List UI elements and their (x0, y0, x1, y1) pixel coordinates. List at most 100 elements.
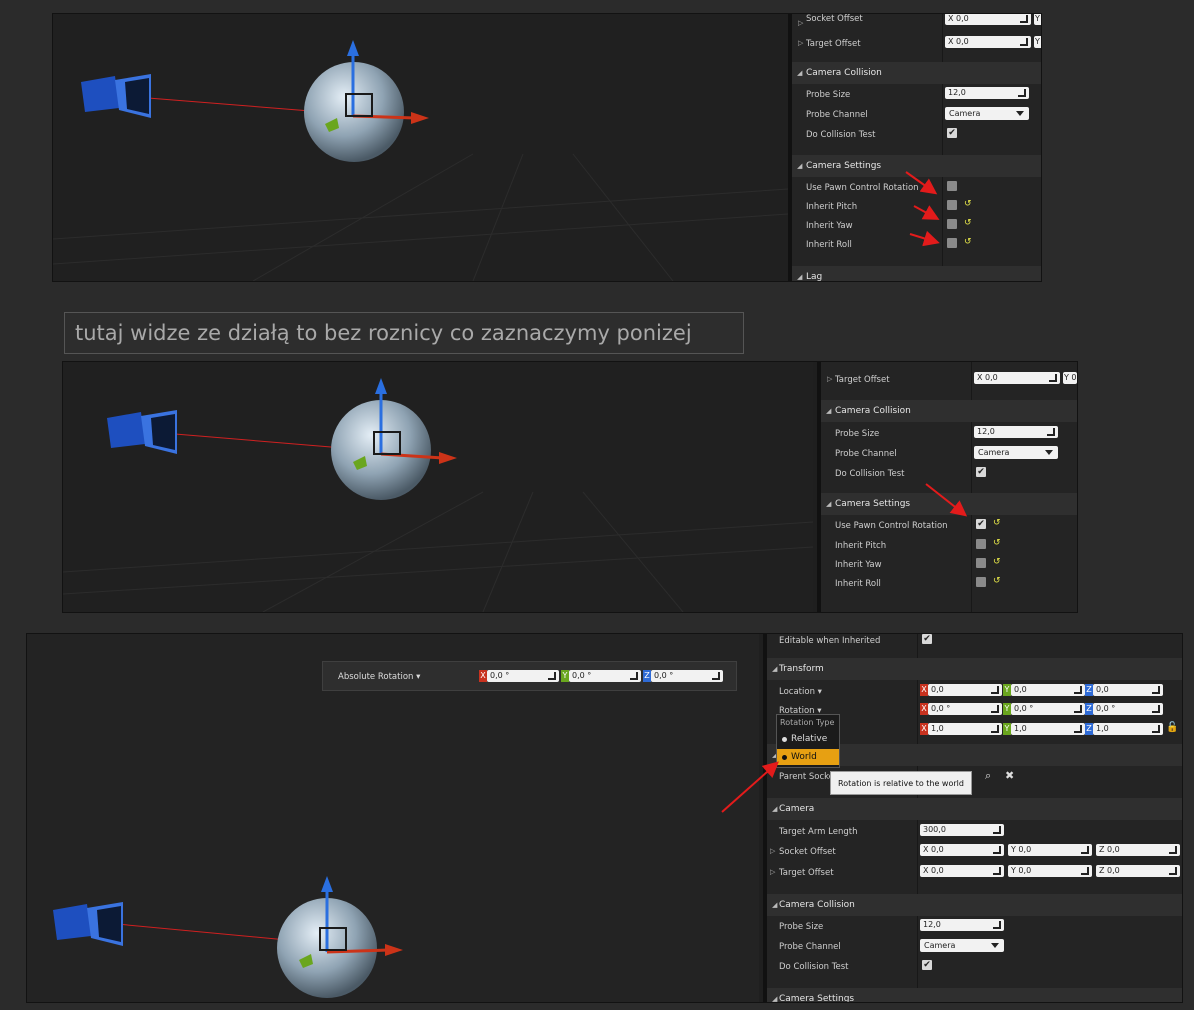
section-camera-settings[interactable]: ◢ Camera Settings (767, 988, 1182, 1002)
reset-arrow-icon[interactable]: ↺ (993, 518, 1001, 528)
section-camera[interactable]: ◢ Camera (767, 798, 1182, 820)
socket-offset-z-field[interactable]: Z 0,0 (1096, 844, 1180, 856)
rotation-x-field[interactable]: 0,0 ° (928, 703, 1002, 715)
details-panel-2: ▷ Target Offset X 0,0 Y 0 ◢ Camera Collisi… (817, 362, 1077, 612)
target-offset-y-field[interactable]: Y 0 (1063, 372, 1077, 384)
inherit-yaw-label: Inherit Yaw (835, 560, 882, 570)
socket-offset-y-field[interactable]: Y (1034, 14, 1041, 25)
viewport-2[interactable] (63, 362, 813, 612)
do-collision-test-checkbox[interactable]: ✔ (947, 128, 957, 138)
inherit-yaw-checkbox[interactable] (947, 219, 957, 229)
search-icon[interactable]: ⌕ (985, 769, 991, 783)
x-axis-tag: X (479, 670, 487, 682)
scale-z-field[interactable]: 1,0 (1093, 723, 1163, 735)
parent-socket-label: Parent Socke (779, 772, 835, 782)
section-camera-collision[interactable]: ◢ Camera Collision (792, 62, 1041, 84)
location-y-field[interactable]: 0,0 (1011, 684, 1085, 696)
reset-arrow-icon[interactable]: ↺ (964, 237, 972, 247)
y-axis-tag: Y (1003, 723, 1011, 735)
use-pawn-control-rotation-label: Use Pawn Control Rotation (806, 183, 919, 193)
inherit-pitch-label: Inherit Pitch (835, 541, 887, 551)
inherit-roll-label: Inherit Roll (835, 579, 881, 589)
target-offset-x-field[interactable]: X 0,0 (974, 372, 1060, 384)
reset-arrow-icon[interactable]: ↺ (993, 557, 1001, 567)
target-offset-y-field[interactable]: Y 0,0 (1008, 865, 1092, 877)
section-lag[interactable]: ◢ Lag (792, 266, 1041, 281)
location-x-field[interactable]: 0,0 (928, 684, 1002, 696)
editable-when-inherited-checkbox[interactable]: ✔ (922, 634, 932, 644)
target-offset-label: Target Offset (835, 375, 890, 385)
location-label[interactable]: Location ▾ (779, 687, 822, 697)
rotation-type-title: Rotation Type (780, 718, 835, 727)
probe-size-label: Probe Size (806, 90, 851, 100)
reset-arrow-icon[interactable]: ↺ (993, 538, 1001, 548)
section-transform[interactable]: ◢ Transform (767, 658, 1182, 680)
camera-boom-line (174, 433, 344, 449)
probe-channel-dropdown[interactable]: Camera (945, 107, 1029, 120)
probe-size-field[interactable]: 12,0 (920, 919, 1004, 931)
scale-y-field[interactable]: 1,0 (1011, 723, 1085, 735)
absolute-rotation-y-field[interactable]: 0,0 ° (569, 670, 641, 682)
location-z-field[interactable]: 0,0 (1093, 684, 1163, 696)
absolute-rotation-x-field[interactable]: 0,0 ° (487, 670, 559, 682)
target-offset-x-field[interactable]: X 0,0 (920, 865, 1004, 877)
screenshot-2: ▷ Target Offset X 0,0 Y 0 ◢ Camera Collisi… (62, 361, 1078, 613)
target-offset-x-field[interactable]: X 0,0 (945, 36, 1031, 48)
target-arm-length-field[interactable]: 300,0 (920, 824, 1004, 836)
target-offset-y-field[interactable]: Y (1034, 36, 1041, 48)
socket-offset-label: Socket Offset (779, 847, 836, 857)
inherit-pitch-checkbox[interactable] (976, 539, 986, 549)
rotation-type-relative-option[interactable]: Relative (777, 731, 839, 747)
inherit-pitch-checkbox[interactable] (947, 200, 957, 210)
probe-size-field[interactable]: 12,0 (974, 426, 1058, 438)
absolute-rotation-bar: Absolute Rotation ▾ X 0,0 ° Y 0,0 ° Z 0,… (322, 661, 737, 691)
section-camera-collision[interactable]: ◢ Camera Collision (767, 894, 1182, 916)
camera-mesh-icon (81, 74, 151, 118)
probe-channel-dropdown[interactable]: Camera (920, 939, 1004, 952)
do-collision-test-label: Do Collision Test (779, 962, 849, 972)
socket-offset-label: Socket Offset (806, 14, 863, 24)
use-pawn-control-rotation-checkbox[interactable]: ✔ (976, 519, 986, 529)
caption-text: tutaj widze ze działą to bez roznicy co … (64, 312, 744, 354)
inherit-yaw-label: Inherit Yaw (806, 221, 853, 231)
section-camera-settings[interactable]: ◢ Camera Settings (821, 493, 1077, 515)
target-offset-label: Target Offset (779, 868, 834, 878)
target-offset-z-field[interactable]: Z 0,0 (1096, 865, 1180, 877)
camera-mesh-icon (107, 410, 177, 454)
inherit-roll-checkbox[interactable] (947, 238, 957, 248)
socket-offset-x-field[interactable]: X 0,0 (945, 14, 1031, 25)
x-axis-tag: X (920, 723, 928, 735)
lock-icon[interactable]: 🔓 (1166, 722, 1178, 733)
probe-size-label: Probe Size (779, 922, 824, 932)
socket-offset-x-field[interactable]: X 0,0 (920, 844, 1004, 856)
screenshot-1: ▷ Socket Offset X 0,0 Y ▷ Target Offset X … (52, 13, 1042, 282)
absolute-rotation-label[interactable]: Absolute Rotation ▾ (338, 672, 420, 682)
probe-channel-label: Probe Channel (835, 449, 897, 459)
inherit-yaw-checkbox[interactable] (976, 558, 986, 568)
use-pawn-control-rotation-label: Use Pawn Control Rotation (835, 521, 948, 531)
scale-x-field[interactable]: 1,0 (928, 723, 1002, 735)
section-camera-settings[interactable]: ◢ Camera Settings (792, 155, 1041, 177)
socket-offset-y-field[interactable]: Y 0,0 (1008, 844, 1092, 856)
viewport-1[interactable] (53, 14, 788, 281)
reset-arrow-icon[interactable]: ↺ (993, 576, 1001, 586)
reset-arrow-icon[interactable]: ↺ (964, 199, 972, 209)
probe-channel-dropdown[interactable]: Camera (974, 446, 1058, 459)
absolute-rotation-z-field[interactable]: 0,0 ° (651, 670, 723, 682)
do-collision-test-checkbox[interactable]: ✔ (922, 960, 932, 970)
do-collision-test-checkbox[interactable]: ✔ (976, 467, 986, 477)
y-axis-tag: Y (1003, 684, 1011, 696)
rotation-z-field[interactable]: 0,0 ° (1093, 703, 1163, 715)
scene-2 (63, 378, 813, 612)
section-camera-collision[interactable]: ◢ Camera Collision (821, 400, 1077, 422)
rotation-y-field[interactable]: 0,0 ° (1011, 703, 1085, 715)
rotation-type-world-option[interactable]: World (777, 749, 839, 765)
inherit-roll-checkbox[interactable] (976, 577, 986, 587)
details-panel-3: Editable when Inherited ✔ ◢ Transform Loc… (763, 634, 1182, 1002)
probe-size-field[interactable]: 12,0 (945, 87, 1029, 99)
reset-arrow-icon[interactable]: ↺ (964, 218, 972, 228)
close-icon[interactable]: ✖ (1005, 769, 1014, 782)
use-pawn-control-rotation-checkbox[interactable] (947, 181, 957, 191)
details-panel-1: ▷ Socket Offset X 0,0 Y ▷ Target Offset X … (788, 14, 1041, 281)
x-axis-tag: X (920, 703, 928, 715)
